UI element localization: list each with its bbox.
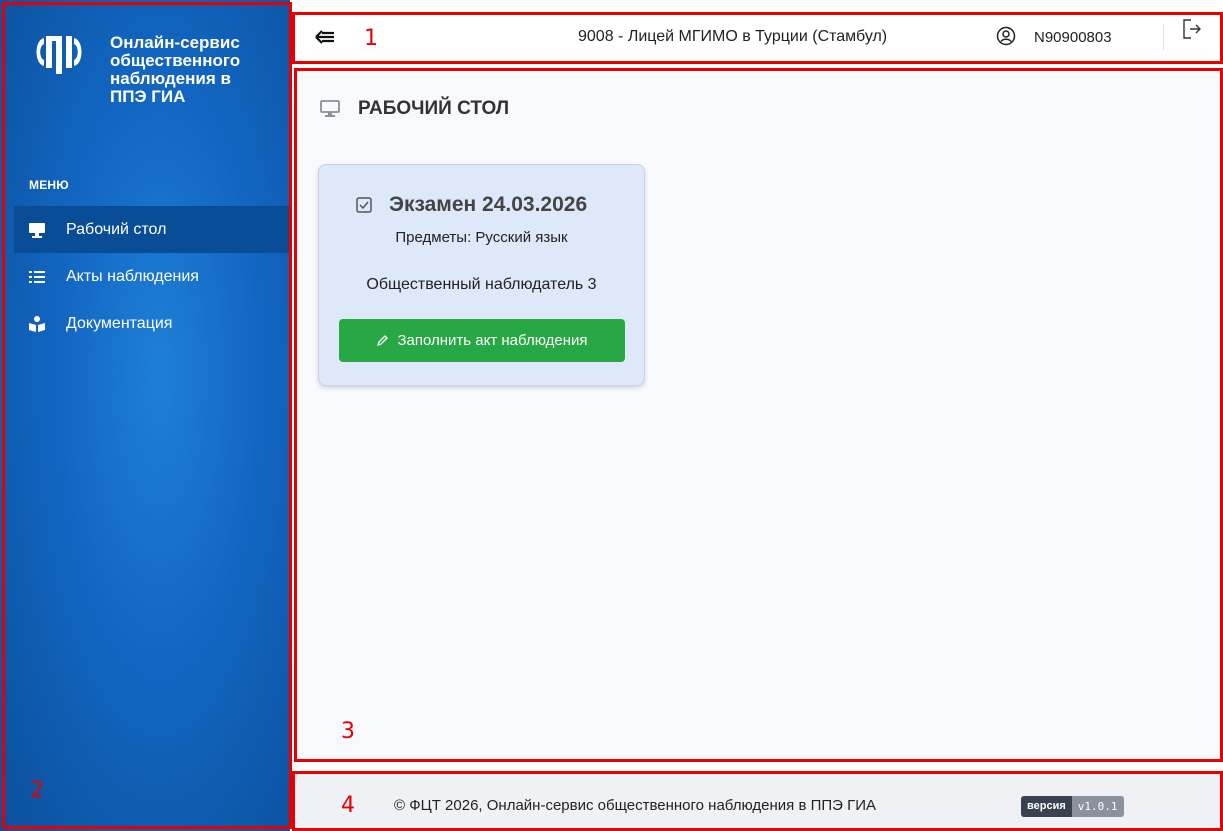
sidebar-nav: Рабочий стол Акты наблюдения Документаци… [14, 206, 290, 347]
sidebar-item-documentation[interactable]: Документация [14, 300, 290, 347]
annotation-number: 3 [341, 719, 355, 744]
sidebar-toggle-icon[interactable] [314, 26, 336, 48]
annotation-number: 2 [30, 778, 44, 803]
menu-title: МЕНЮ [29, 178, 69, 192]
brand-line: наблюдения в [110, 69, 231, 88]
reading-icon [28, 315, 46, 333]
school-name: 9008 - Лицей МГИМО в Турции (Стамбул) [578, 28, 888, 45]
exam-card: Экзамен 24.03.2026 Предметы: Русский язы… [318, 164, 645, 386]
brand[interactable]: Онлайн-сервис общественного наблюдения в… [30, 34, 270, 106]
fill-act-button[interactable]: Заполнить акт наблюдения [339, 319, 625, 362]
version-label: версия [1021, 796, 1072, 817]
page-title-text: РАБОЧИЙ СТОЛ [358, 98, 510, 119]
monitor-icon [28, 221, 46, 239]
version-value: v1.0.1 [1071, 796, 1124, 817]
monitor-icon [320, 100, 340, 117]
sidebar-item-label: Акты наблюдения [66, 267, 199, 285]
ftsc-logo-icon [36, 36, 82, 74]
top-header: 9008 - Лицей МГИМО в Турции (Стамбул) N9… [294, 14, 1223, 62]
brand-line: ППЭ ГИА [110, 87, 186, 106]
main-content: РАБОЧИЙ СТОЛ Экзамен 24.03.2026 Предметы… [296, 70, 1223, 760]
user-circle-icon[interactable] [996, 26, 1016, 46]
sidebar-item-label: Документация [66, 314, 173, 332]
sidebar-item-acts[interactable]: Акты наблюдения [14, 253, 290, 300]
sidebar: Онлайн-сервис общественного наблюдения в… [0, 0, 290, 831]
checkbox-icon [356, 197, 372, 213]
sidebar-item-label: Рабочий стол [66, 220, 167, 238]
footer: © ФЦТ 2026, Онлайн-сервис общественного … [294, 773, 1223, 831]
page-title: РАБОЧИЙ СТОЛ [320, 98, 509, 120]
brand-line: общественного [110, 51, 241, 70]
sidebar-item-desktop[interactable]: Рабочий стол [14, 206, 290, 253]
footer-copyright: © ФЦТ 2026, Онлайн-сервис общественного … [394, 797, 876, 814]
exam-title-text: Экзамен 24.03.2026 [389, 193, 588, 216]
pencil-icon [377, 335, 389, 347]
annotation-number: 1 [364, 26, 378, 51]
user-login[interactable]: N90900803 [1034, 29, 1112, 46]
list-icon [28, 268, 46, 286]
annotation-number: 4 [341, 793, 355, 818]
header-divider [1163, 24, 1164, 50]
exam-title: Экзамен 24.03.2026 [355, 193, 587, 217]
version-badge: версия v1.0.1 [1021, 796, 1124, 817]
fill-act-button-label: Заполнить акт наблюдения [397, 332, 588, 349]
exam-subjects: Предметы: Русский язык [395, 229, 568, 246]
exam-role: Общественный наблюдатель 3 [366, 276, 597, 293]
logout-icon[interactable] [1182, 18, 1202, 40]
brand-line: Онлайн-сервис [110, 33, 240, 52]
brand-title: Онлайн-сервис общественного наблюдения в… [110, 34, 270, 106]
